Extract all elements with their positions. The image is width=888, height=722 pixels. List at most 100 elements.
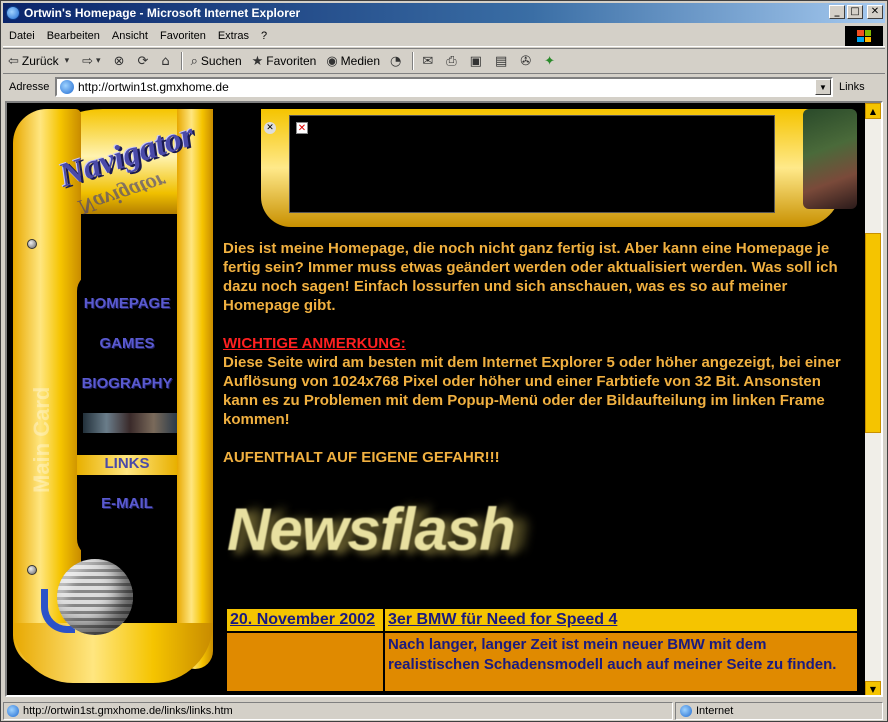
nav-image-strip	[83, 413, 177, 433]
news-table: 20. November 2002 3er BMW für Need for S…	[225, 607, 859, 693]
maximize-button[interactable]: □	[847, 5, 863, 19]
menu-extras[interactable]: Extras	[212, 30, 255, 42]
status-text-pane: http://ortwin1st.gmxhome.de/links/links.…	[3, 702, 673, 720]
menu-bar: Datei Bearbeiten Ansicht Favoriten Extra…	[3, 25, 885, 47]
broken-image-icon: ✕	[296, 122, 308, 134]
circuit-decoration	[803, 109, 857, 209]
windows-logo-icon	[845, 26, 883, 46]
vertical-watermark: Main Card	[29, 386, 54, 493]
minimize-button[interactable]: _	[829, 5, 845, 19]
favorites-label: Favoriten	[266, 54, 317, 68]
nav-item-games[interactable]: GAMES	[77, 335, 177, 352]
window-title: Ortwin's Homepage - Microsoft Internet E…	[24, 6, 301, 20]
history-button[interactable]: ◔	[385, 50, 409, 72]
warning-title: WICHTIGE ANMERKUNG:	[223, 335, 406, 352]
print-button[interactable]: ⎙	[441, 50, 464, 72]
refresh-button[interactable]: ⟳	[132, 50, 156, 72]
discuss-icon: ▤	[494, 53, 508, 69]
discuss-button[interactable]: ▤	[490, 50, 515, 72]
refresh-icon: ⟳	[137, 53, 149, 69]
warning-text: Diese Seite wird am besten mit dem Inter…	[223, 354, 841, 428]
scroll-thumb[interactable]	[865, 233, 881, 433]
table-row: Nach langer, langer Zeit ist mein neuer …	[225, 631, 859, 693]
status-bar: http://ortwin1st.gmxhome.de/links/links.…	[3, 701, 885, 721]
mail-button[interactable]: ✉	[417, 50, 441, 72]
address-input[interactable]: http://ortwin1st.gmxhome.de ▼	[55, 77, 833, 97]
news-headline[interactable]: 3er BMW für Need for Speed 4	[383, 607, 859, 633]
forward-button[interactable]: ⇨ ▾	[77, 50, 108, 72]
edit-button[interactable]: ▣	[465, 50, 490, 72]
table-row: 20. November 2002 3er BMW für Need for S…	[225, 607, 859, 633]
stop-button[interactable]: ⊗	[109, 50, 133, 72]
status-zone-pane: Internet	[675, 702, 883, 720]
search-icon: ⌕	[190, 53, 198, 69]
scroll-up-icon[interactable]: ▲	[865, 103, 881, 119]
messenger-icon: ✇	[520, 53, 532, 69]
media-button[interactable]: ◉ Medien	[321, 50, 385, 72]
favorites-button[interactable]: ★ Favoriten	[247, 50, 322, 72]
banner-ad[interactable]: ✕	[289, 115, 775, 213]
links-button[interactable]: Links	[839, 81, 865, 93]
favorites-icon: ★	[251, 53, 264, 69]
addon-icon: ✦	[544, 53, 556, 69]
media-icon: ◉	[326, 53, 338, 69]
search-button[interactable]: ⌕ Suchen	[186, 50, 247, 72]
status-url: http://ortwin1st.gmxhome.de/links/links.…	[23, 705, 233, 717]
nav-item-email[interactable]: E-MAIL	[77, 495, 177, 512]
history-icon: ◔	[390, 53, 402, 69]
messenger-button[interactable]: ✇	[515, 50, 539, 72]
frame-decoration	[177, 109, 213, 669]
forward-arrow-icon: ⇨	[82, 53, 94, 69]
nav-frame: Navigator Navigator HOMEPAGE GAMES BIOGR…	[7, 103, 215, 695]
media-label: Medien	[340, 54, 381, 68]
globe-icon	[57, 559, 133, 635]
vertical-scrollbar[interactable]: ▲ ▼	[865, 103, 881, 695]
intro-text: Dies ist meine Homepage, die noch nicht …	[223, 240, 838, 314]
frame-decoration	[13, 623, 213, 683]
back-arrow-icon: ⇦	[8, 53, 19, 69]
back-button[interactable]: ⇦ Zurück ▾	[3, 50, 77, 72]
screw-icon	[27, 239, 37, 249]
close-button[interactable]: ✕	[867, 5, 883, 19]
menu-favoriten[interactable]: Favoriten	[154, 30, 212, 42]
address-url: http://ortwin1st.gmxhome.de	[78, 80, 229, 94]
menu-datei[interactable]: Datei	[3, 30, 41, 42]
scroll-down-icon[interactable]: ▼	[865, 681, 881, 695]
back-label: Zurück	[21, 54, 59, 68]
search-label: Suchen	[200, 54, 242, 68]
news-body: Nach langer, langer Zeit ist mein neuer …	[383, 631, 859, 693]
menu-bearbeiten[interactable]: Bearbeiten	[41, 30, 106, 42]
menu-help[interactable]: ?	[255, 30, 273, 42]
home-icon: ⌂	[161, 53, 170, 69]
screw-icon	[27, 565, 37, 575]
address-label: Adresse	[9, 81, 50, 93]
news-date-empty	[225, 631, 385, 693]
chevron-down-icon[interactable]: ▾	[65, 56, 70, 66]
status-zone: Internet	[696, 705, 734, 717]
news-date[interactable]: 20. November 2002	[225, 607, 385, 633]
page-icon	[7, 705, 19, 717]
internet-zone-icon	[680, 705, 692, 717]
browser-window: Ortwin's Homepage - Microsoft Internet E…	[0, 0, 888, 722]
newsflash-heading: Newsflash	[227, 496, 516, 563]
page-content: Navigator Navigator HOMEPAGE GAMES BIOGR…	[5, 101, 883, 697]
caution-text: AUFENTHALT AUF EIGENE GEFAHR!!!	[223, 449, 500, 466]
edit-icon: ▣	[469, 53, 482, 69]
stop-icon: ⊗	[113, 53, 125, 69]
home-button[interactable]: ⌂	[156, 50, 177, 72]
page-icon	[60, 80, 74, 94]
nav-item-links[interactable]: LINKS	[77, 455, 177, 475]
close-banner-icon[interactable]: ✕	[264, 122, 276, 134]
nav-item-homepage[interactable]: HOMEPAGE	[77, 295, 177, 312]
ie-icon	[6, 6, 20, 20]
print-icon: ⎙	[446, 53, 457, 69]
toolbar-separator	[412, 52, 415, 70]
nav-item-biography[interactable]: BIOGRAPHY	[77, 375, 177, 392]
address-dropdown-icon[interactable]: ▼	[815, 79, 831, 95]
addon-button[interactable]: ✦	[539, 50, 563, 72]
menu-ansicht[interactable]: Ansicht	[106, 30, 154, 42]
main-text: Dies ist meine Homepage, die noch nicht …	[223, 239, 853, 486]
title-bar: Ortwin's Homepage - Microsoft Internet E…	[3, 3, 885, 23]
chevron-down-icon[interactable]: ▾	[96, 56, 101, 66]
mail-icon: ✉	[422, 53, 434, 69]
